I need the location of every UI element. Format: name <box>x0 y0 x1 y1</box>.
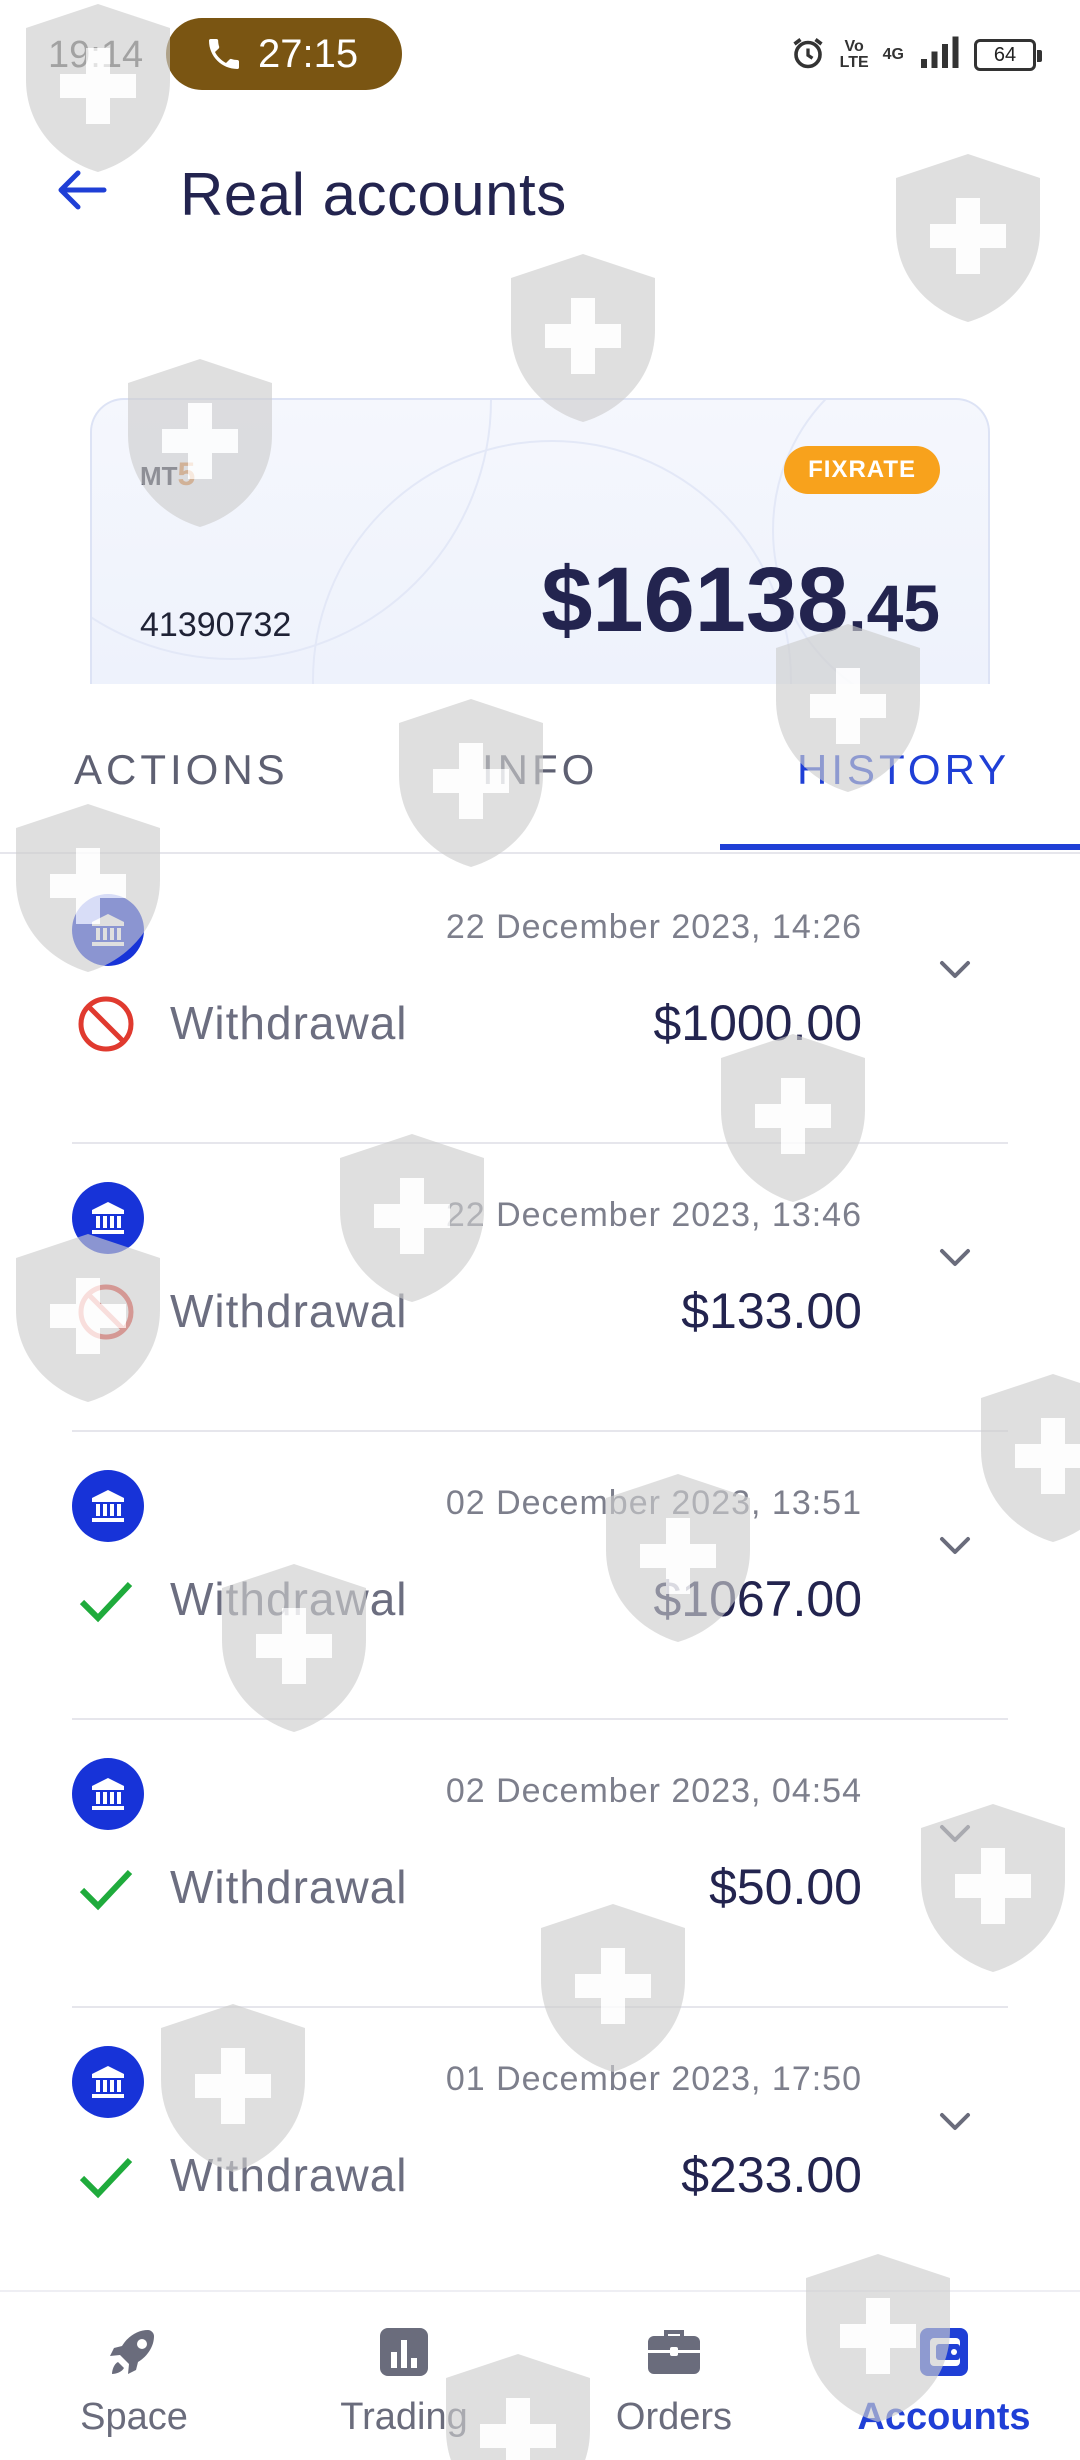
bottom-navigation: Space Trading Orders Accounts <box>0 2290 1080 2460</box>
nav-label: Accounts <box>857 2396 1031 2438</box>
ongoing-call-pill[interactable]: 27:15 <box>166 18 402 90</box>
chevron-down-icon[interactable] <box>930 1520 980 1570</box>
active-tab-indicator <box>720 844 1080 850</box>
phone-icon <box>209 39 239 69</box>
platform-logo: MT5 <box>140 456 195 493</box>
checkmark-icon <box>74 1856 138 1920</box>
transaction-type: Withdrawal <box>170 1573 408 1625</box>
call-timer: 27:15 <box>258 31 359 76</box>
chevron-down-icon[interactable] <box>930 1232 980 1282</box>
tab-actions[interactable]: ACTIONS <box>74 746 289 794</box>
status-bar: 19:14 27:15 Vo LTE 4G 64 <box>0 0 1080 110</box>
account-balance: $16138.45 <box>541 548 940 653</box>
transaction-date: 02 December 2023, 13:51 <box>445 1484 862 1522</box>
page-title: Real accounts <box>180 161 567 228</box>
nav-item-accounts[interactable]: Accounts <box>834 2322 1054 2439</box>
platform-version: 5 <box>177 456 196 492</box>
bank-icon <box>72 2046 144 2118</box>
transaction-amount: $1000.00 <box>653 995 862 1051</box>
transaction-row[interactable]: 02 December 2023, 04:54 Withdrawal $50.00 <box>0 1720 1080 2008</box>
balance-cents: .45 <box>848 571 940 645</box>
status-indicators: Vo LTE 4G 64 <box>790 30 1042 80</box>
account-card[interactable]: MT5 FIXRATE 41390732 $16138.45 <box>90 398 990 684</box>
shield-plus-watermark-icon <box>890 150 1046 326</box>
network-type: 4G <box>882 46 904 63</box>
signal-icon <box>918 35 960 76</box>
transaction-type: Withdrawal <box>170 1285 408 1337</box>
tab-info[interactable]: INFO <box>482 746 598 794</box>
briefcase-icon <box>648 2330 700 2374</box>
transaction-amount: $50.00 <box>709 1859 862 1915</box>
chart-icon <box>380 2328 428 2376</box>
bank-icon <box>72 1182 144 1254</box>
nav-label: Space <box>80 2396 188 2438</box>
transaction-row[interactable]: 22 December 2023, 14:26 Withdrawal $1000.0… <box>0 856 1080 1144</box>
chevron-down-icon[interactable] <box>930 944 980 994</box>
chevron-down-icon[interactable] <box>930 1808 980 1858</box>
transaction-history-list: 22 December 2023, 14:26 Withdrawal $1000.0… <box>0 856 1080 2296</box>
account-tabs: ACTIONS INFO HISTORY <box>0 700 1080 854</box>
volte-label-bottom: LTE <box>839 54 869 71</box>
tab-history[interactable]: HISTORY <box>797 746 1010 794</box>
transaction-amount: $1067.00 <box>653 1571 862 1627</box>
account-type-badge: FIXRATE <box>784 446 940 494</box>
transaction-date: 22 December 2023, 13:46 <box>445 1196 862 1234</box>
transaction-amount: $133.00 <box>681 1283 862 1339</box>
transaction-date: 01 December 2023, 17:50 <box>445 2060 862 2098</box>
nav-item-trading[interactable]: Trading <box>294 2322 514 2439</box>
wallet-icon <box>920 2328 968 2376</box>
transaction-row[interactable]: 22 December 2023, 13:46 Withdrawal $133.00 <box>0 1144 1080 1432</box>
screen: 19:14 27:15 Vo LTE 4G 64 Real accounts M… <box>0 0 1080 2460</box>
account-number: 41390732 <box>140 606 292 644</box>
balance-main: $16138 <box>541 549 849 651</box>
nav-label: Orders <box>615 2396 733 2438</box>
transaction-type: Withdrawal <box>170 1861 408 1913</box>
transaction-date: 02 December 2023, 04:54 <box>445 1772 862 1810</box>
volte-indicator: Vo LTE <box>840 39 869 71</box>
rocket-icon <box>110 2330 154 2374</box>
nav-item-orders[interactable]: Orders <box>564 2322 784 2439</box>
nav-label: Trading <box>340 2396 468 2438</box>
chevron-down-icon[interactable] <box>930 2096 980 2146</box>
transaction-row[interactable]: 01 December 2023, 17:50 Withdrawal $233.00 <box>0 2008 1080 2296</box>
back-button[interactable] <box>52 160 112 220</box>
transaction-amount: $233.00 <box>681 2147 862 2203</box>
transaction-type: Withdrawal <box>170 997 408 1049</box>
status-time: 19:14 <box>48 34 144 76</box>
checkmark-icon <box>74 1568 138 1632</box>
transaction-type: Withdrawal <box>170 2149 408 2201</box>
bank-icon <box>72 894 144 966</box>
rejected-icon <box>74 992 138 1056</box>
volte-label-top: Vo <box>844 38 864 55</box>
transaction-row[interactable]: 02 December 2023, 13:51 Withdrawal $1067.0… <box>0 1432 1080 1720</box>
transaction-date: 22 December 2023, 14:26 <box>445 908 862 946</box>
checkmark-icon <box>74 2144 138 2208</box>
rejected-icon <box>74 1280 138 1344</box>
bank-icon <box>72 1758 144 1830</box>
battery-icon: 64 <box>974 39 1042 71</box>
nav-item-space[interactable]: Space <box>24 2322 244 2439</box>
bank-icon <box>72 1470 144 1542</box>
alarm-icon <box>790 35 826 76</box>
arrow-left-icon <box>58 170 107 210</box>
platform-name: MT <box>140 461 178 491</box>
